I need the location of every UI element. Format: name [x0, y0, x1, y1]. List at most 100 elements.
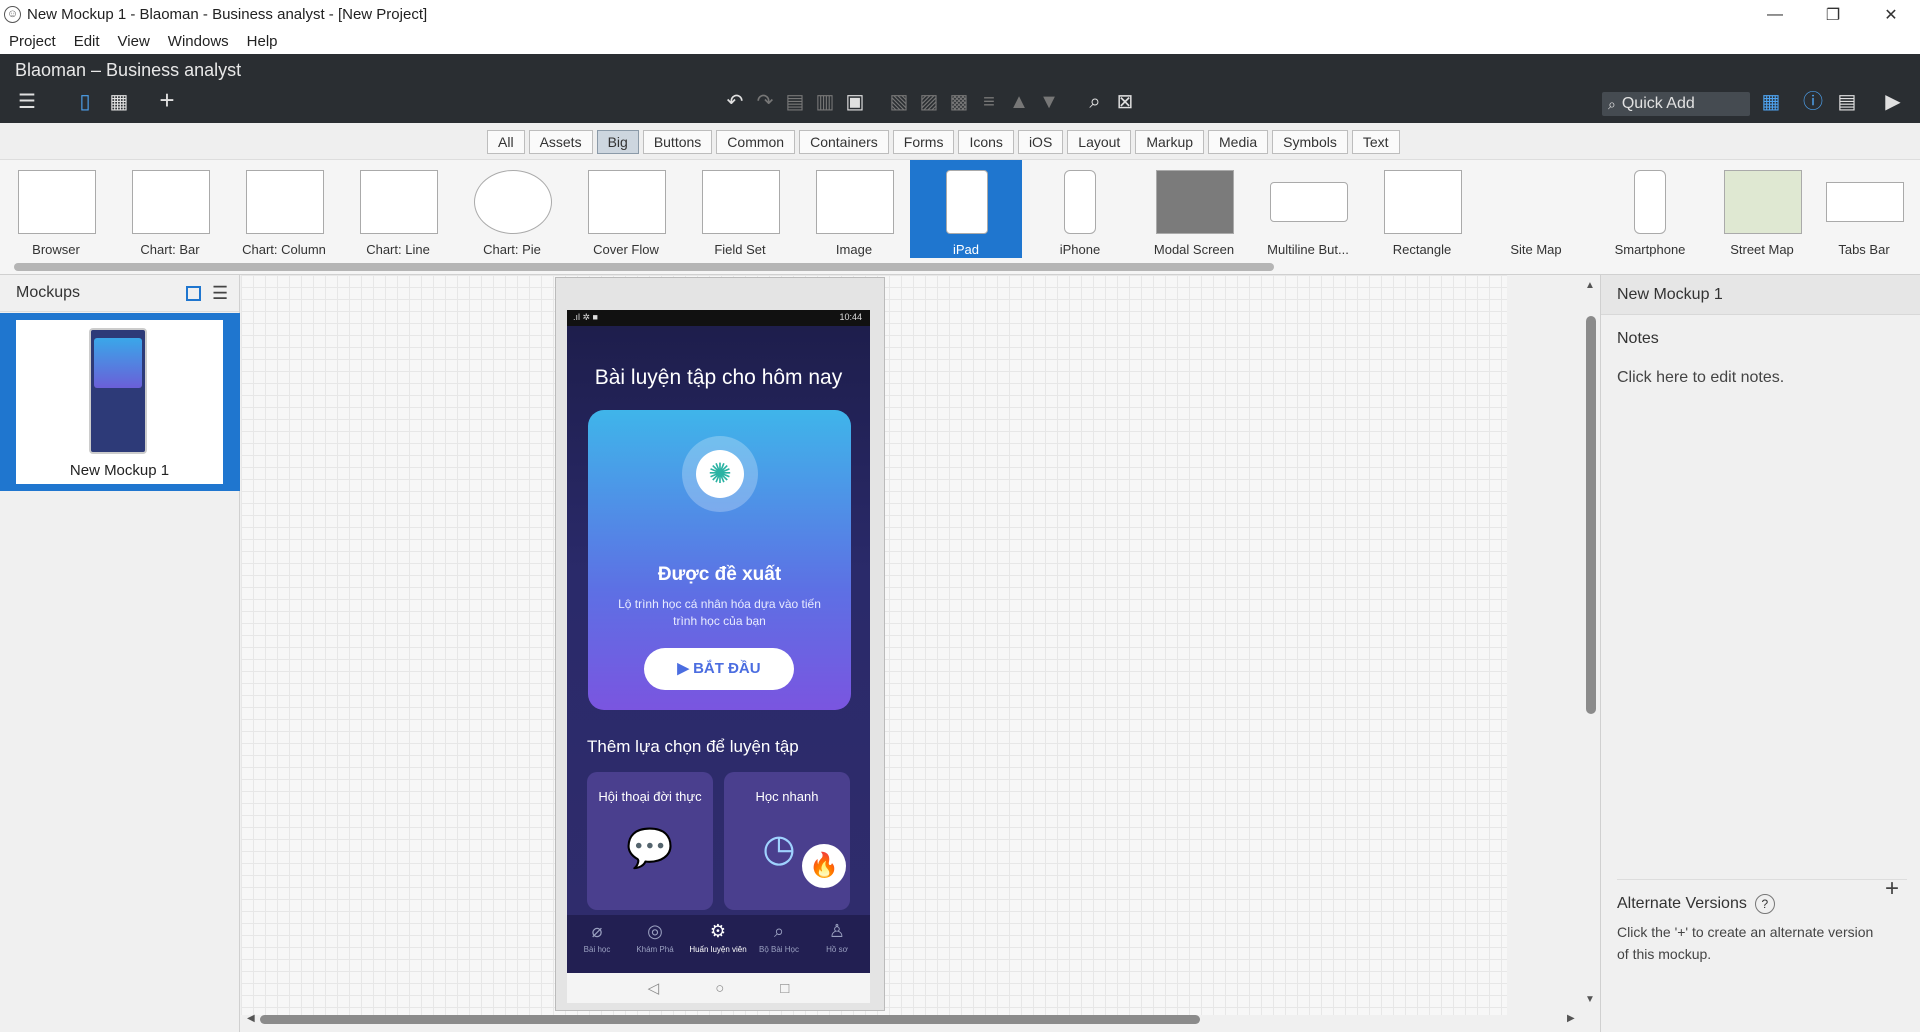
- component-smartphone[interactable]: Smartphone: [1594, 160, 1706, 258]
- zoom-icon[interactable]: ⌕: [1082, 90, 1108, 116]
- menu-windows[interactable]: Windows: [168, 33, 229, 50]
- add-alternate-version-button[interactable]: +: [1885, 875, 1899, 903]
- component-chart-line[interactable]: Chart: Line: [342, 160, 454, 258]
- group-icon[interactable]: ▧: [886, 90, 912, 116]
- notes-editor[interactable]: Click here to edit notes.: [1617, 369, 1784, 387]
- tab-common[interactable]: Common: [716, 130, 796, 154]
- tab-icons[interactable]: Icons: [958, 130, 1014, 154]
- cut-icon[interactable]: ▤: [782, 90, 808, 116]
- component-iphone[interactable]: iPhone: [1024, 160, 1136, 258]
- tab-media[interactable]: Media: [1208, 130, 1269, 154]
- mockup-title[interactable]: New Mockup 1: [1617, 286, 1723, 304]
- canvas-horizontal-scrollbar[interactable]: [260, 1015, 1200, 1024]
- presentation-icon[interactable]: ▶: [1880, 90, 1906, 116]
- scroll-down-arrow-icon[interactable]: ▼: [1585, 994, 1595, 1005]
- tab-layout[interactable]: Layout: [1067, 130, 1132, 154]
- tab-text[interactable]: Text: [1351, 130, 1400, 154]
- tab-ios[interactable]: iOS: [1017, 130, 1064, 154]
- option-quick-learn: Học nhanh ◷ 🔥: [724, 772, 850, 910]
- phone-title: Bài luyện tập cho hôm nay: [594, 366, 843, 389]
- component-modal-screen[interactable]: Modal Screen: [1138, 160, 1250, 258]
- menu-help[interactable]: Help: [247, 33, 278, 50]
- component-image[interactable]: Image: [798, 160, 910, 258]
- component-cover-flow[interactable]: Cover Flow: [570, 160, 682, 258]
- scroll-left-arrow-icon[interactable]: ◀: [247, 1013, 255, 1024]
- scroll-right-arrow-icon[interactable]: ▶: [1567, 1013, 1575, 1024]
- tab-containers[interactable]: Containers: [799, 130, 889, 154]
- canvas-vertical-scrollbar[interactable]: [1586, 316, 1596, 714]
- copy-icon[interactable]: ▥: [812, 90, 838, 116]
- quick-add-input[interactable]: ⌕ Quick Add: [1602, 92, 1750, 116]
- component-rectangle[interactable]: Rectangle: [1366, 160, 1478, 258]
- component-chart-pie[interactable]: Chart: Pie: [456, 160, 568, 258]
- status-time: 10:44: [839, 312, 862, 322]
- profile-icon: ♙: [828, 921, 846, 941]
- component-chart-bar[interactable]: Chart: Bar: [114, 160, 226, 258]
- tab-all[interactable]: All: [487, 130, 525, 154]
- phone-nav-bar: ◁ ○ □: [567, 973, 870, 1003]
- component-thumbnail: [1826, 182, 1904, 222]
- back-icon: ◁: [647, 980, 660, 997]
- atom-tab-icon: ⚙: [709, 921, 727, 941]
- component-site-map[interactable]: Site Map: [1480, 160, 1592, 258]
- option-quick-learn-label: Học nhanh: [755, 789, 819, 804]
- info-icon[interactable]: ⓘ: [1800, 90, 1826, 116]
- tab-buttons[interactable]: Buttons: [642, 130, 713, 154]
- tab-symbols[interactable]: Symbols: [1272, 130, 1348, 154]
- phone-tab-coach: ⚙ Huấn luyện viên: [689, 921, 747, 954]
- planet-icon: ⌀: [591, 921, 603, 941]
- window-title: New Mockup 1 - Blaoman - Business analys…: [27, 6, 428, 23]
- component-chart-column[interactable]: Chart: Column: [228, 160, 340, 258]
- fire-icon: 🔥: [802, 844, 846, 888]
- component-strip-scrollbar[interactable]: [14, 263, 1274, 271]
- tab-markup[interactable]: Markup: [1135, 130, 1205, 154]
- bring-front-icon[interactable]: ▩: [946, 90, 972, 116]
- component-thumbnail: [1156, 170, 1234, 234]
- toggle-panels-icon[interactable]: ▯: [72, 90, 98, 116]
- component-thumbnail: [816, 170, 894, 234]
- component-tabs-bar[interactable]: Tabs Bar: [1808, 160, 1920, 258]
- grid-view-icon[interactable]: ▦: [106, 90, 132, 116]
- component-thumbnail: [702, 170, 780, 234]
- close-button[interactable]: ✕: [1862, 0, 1920, 29]
- app-window: ☺ New Mockup 1 - Blaoman - Business anal…: [0, 0, 1920, 1032]
- recommended-title: Được đề xuất: [657, 564, 782, 585]
- lock-icon[interactable]: ▲: [1006, 90, 1032, 116]
- align-icon[interactable]: ≡: [976, 90, 1002, 116]
- delete-icon[interactable]: ▼: [1036, 90, 1062, 116]
- app-logo-icon: ☺: [4, 6, 21, 23]
- component-multiline-button[interactable]: Multiline But...: [1252, 160, 1364, 258]
- tab-assets[interactable]: Assets: [528, 130, 593, 154]
- maximize-button[interactable]: ❐: [1804, 0, 1862, 29]
- ui-library-icon[interactable]: ▦: [1758, 90, 1784, 116]
- component-field-set[interactable]: Field Set: [684, 160, 796, 258]
- menu-project[interactable]: Project: [9, 33, 56, 50]
- scroll-up-arrow-icon[interactable]: ▲: [1585, 280, 1595, 291]
- fit-screen-icon[interactable]: ⊠: [1112, 90, 1138, 116]
- component-thumbnail: [1498, 170, 1576, 234]
- menu-view[interactable]: View: [118, 33, 150, 50]
- mockup-card-selected[interactable]: New Mockup 1: [0, 313, 240, 491]
- add-mockup-icon[interactable]: +: [154, 87, 180, 114]
- component-ipad[interactable]: iPad: [910, 160, 1022, 258]
- redo-icon[interactable]: ↷: [752, 90, 778, 116]
- component-thumbnail: [132, 170, 210, 234]
- mockups-panel-header: Mockups ☰: [0, 275, 239, 312]
- help-icon[interactable]: ?: [1754, 894, 1775, 914]
- list-view-icon[interactable]: ☰: [212, 283, 228, 304]
- option-conversation-label: Hội thoại đời thực: [598, 789, 702, 804]
- paste-icon[interactable]: ▣: [842, 90, 868, 116]
- component-browser[interactable]: Browser: [0, 160, 112, 258]
- option-conversation: Hội thoại đời thực 💬: [587, 772, 713, 910]
- minimize-button[interactable]: —: [1746, 0, 1804, 29]
- component-street-map[interactable]: Street Map: [1706, 160, 1818, 258]
- menu-edit[interactable]: Edit: [74, 33, 100, 50]
- notes-panel-icon[interactable]: ▤: [1834, 90, 1860, 116]
- tab-big[interactable]: Big: [596, 130, 639, 154]
- ungroup-icon[interactable]: ▨: [916, 90, 942, 116]
- home-icon: ○: [715, 979, 725, 997]
- undo-icon[interactable]: ↶: [722, 90, 748, 116]
- hamburger-menu-icon[interactable]: ☰: [14, 90, 40, 116]
- thumbnail-view-icon[interactable]: [186, 286, 201, 301]
- tab-forms[interactable]: Forms: [892, 130, 955, 154]
